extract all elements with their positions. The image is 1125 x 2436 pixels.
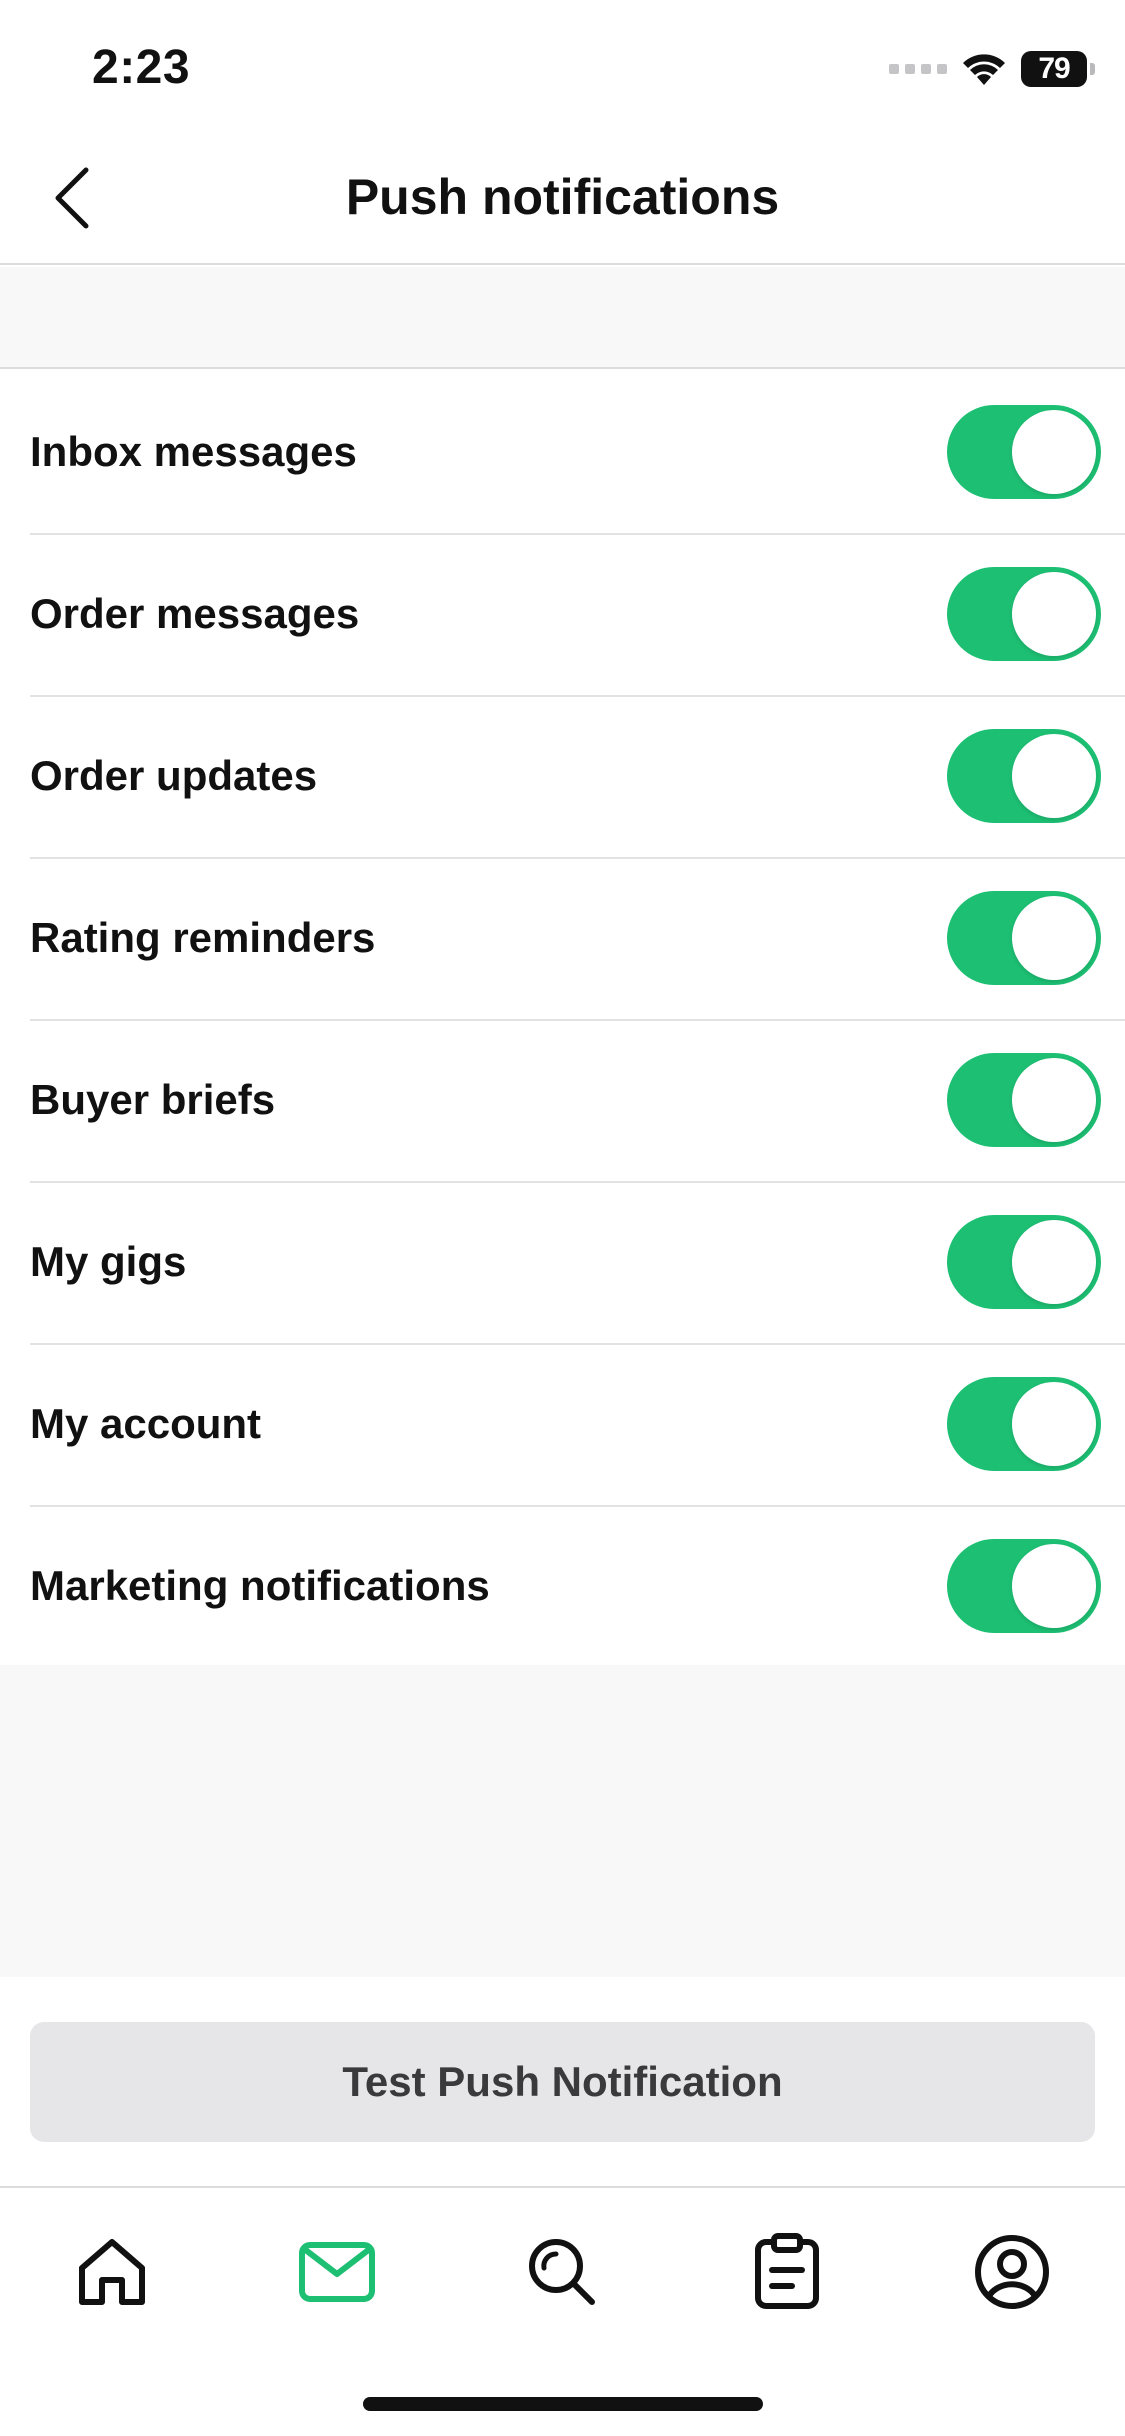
nav-header: Push notifications: [0, 132, 1125, 265]
setting-label: Buyer briefs: [30, 1076, 276, 1123]
status-indicators: 79: [889, 48, 1095, 90]
toggle-knob: [1012, 1382, 1096, 1466]
home-indicator: [363, 2397, 763, 2411]
test-push-notification-button[interactable]: Test Push Notification: [30, 2022, 1095, 2142]
toggle-knob: [1012, 734, 1096, 818]
search-icon: [529, 2239, 595, 2305]
wifi-icon: [963, 54, 1005, 85]
rating-reminders-toggle[interactable]: [947, 891, 1101, 985]
setting-row-order-messages: Order messages: [0, 533, 1125, 695]
setting-label: Order updates: [30, 752, 318, 799]
notification-settings-list: Inbox messages Order messages Order upda…: [0, 371, 1125, 1669]
toggle-knob: [1012, 896, 1096, 980]
toggle-knob: [1012, 1058, 1096, 1142]
cellular-signal-icon: [889, 64, 947, 74]
tab-inbox[interactable]: [287, 2222, 387, 2322]
tab-search[interactable]: [512, 2222, 612, 2322]
battery-icon: 79: [1021, 51, 1095, 87]
setting-label: My gigs: [30, 1238, 187, 1285]
page-title: Push notifications: [345, 169, 780, 225]
empty-area: [0, 1665, 1125, 1977]
setting-row-inbox-messages: Inbox messages: [0, 371, 1125, 533]
order-messages-toggle[interactable]: [947, 567, 1101, 661]
tab-orders[interactable]: [737, 2222, 837, 2322]
status-time: 2:23: [92, 41, 191, 94]
setting-row-order-updates: Order updates: [0, 695, 1125, 857]
buyer-briefs-toggle[interactable]: [947, 1053, 1101, 1147]
setting-row-my-account: My account: [0, 1343, 1125, 1505]
setting-label: Order messages: [30, 590, 360, 637]
marketing-notifications-toggle[interactable]: [947, 1539, 1101, 1633]
inbox-icon: [299, 2242, 375, 2302]
tab-profile[interactable]: [962, 2222, 1062, 2322]
setting-row-buyer-briefs: Buyer briefs: [0, 1019, 1125, 1181]
section-spacer: [0, 267, 1125, 369]
setting-label: Rating reminders: [30, 914, 376, 961]
push-notifications-screen: 2:23 79 Push notifications Inbox message…: [0, 0, 1125, 2436]
setting-row-my-gigs: My gigs: [0, 1181, 1125, 1343]
orders-icon: [755, 2233, 819, 2309]
setting-row-rating-reminders: Rating reminders: [0, 857, 1125, 1019]
status-bar: 2:23 79: [0, 0, 1125, 132]
home-icon: [79, 2239, 145, 2305]
setting-row-marketing-notifications: Marketing notifications: [0, 1505, 1125, 1667]
setting-label: Marketing notifications: [30, 1562, 490, 1609]
setting-label: My account: [30, 1400, 262, 1447]
inbox-messages-toggle[interactable]: [947, 405, 1101, 499]
my-gigs-toggle[interactable]: [947, 1215, 1101, 1309]
my-account-toggle[interactable]: [947, 1377, 1101, 1471]
toggle-knob: [1012, 1544, 1096, 1628]
toggle-knob: [1012, 572, 1096, 656]
toggle-knob: [1012, 410, 1096, 494]
profile-icon: [975, 2235, 1049, 2309]
order-updates-toggle[interactable]: [947, 729, 1101, 823]
tab-home[interactable]: [62, 2222, 162, 2322]
toggle-knob: [1012, 1220, 1096, 1304]
setting-label: Inbox messages: [30, 428, 357, 475]
